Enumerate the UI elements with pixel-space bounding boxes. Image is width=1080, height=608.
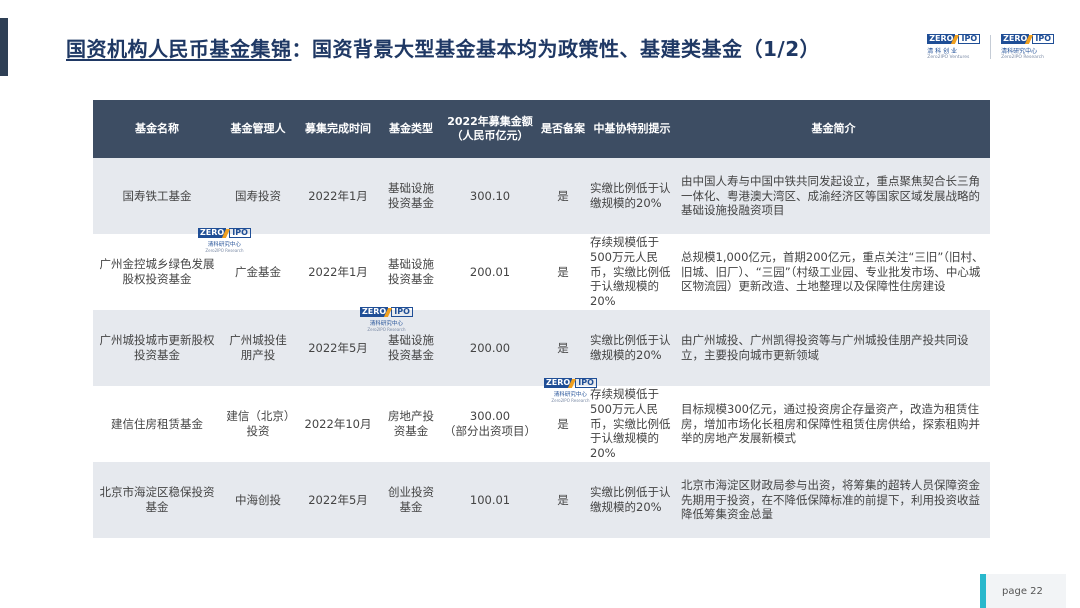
cell-filed: 是 (539, 310, 587, 386)
cell-date: 2022年10月 (295, 386, 381, 462)
cell-intro: 由中国人寿与中国中铁共同发起设立，重点聚焦契合长三角一体化、粤港澳大湾区、成渝经… (677, 158, 990, 234)
cell-type: 基础设施投资基金 (381, 158, 441, 234)
table-row: 国寿铁工基金 国寿投资 2022年1月 基础设施投资基金 300.10 是 实缴… (93, 158, 990, 234)
header-logos: ZERO IPO 清 科 创 业 Zero2IPO Ventures ZERO IP… (927, 34, 1054, 60)
cell-filed: 是 (539, 234, 587, 310)
header-date: 募集完成时间 (295, 100, 381, 158)
title-main: 国资机构人民币基金集锦 (66, 37, 292, 61)
watermark-logo: ZERO IPO 清科研究中心 Zero2IPO Research (198, 228, 251, 253)
logo-en-text: Zero2IPO Ventures (927, 55, 970, 60)
cell-manager: 广州城投佳朋产投 (221, 310, 295, 386)
page-accent-bar (980, 574, 986, 608)
cell-fund-name: 北京市海淀区稳保投资基金 (93, 462, 221, 538)
cell-notice: 存续规模低于500万元人民币，实缴比例低于认缴规模的20% (587, 386, 677, 462)
cell-filed: 是 (539, 462, 587, 538)
cell-notice: 实缴比例低于认缴规模的20% (587, 310, 677, 386)
logo-mark-right: IPO (229, 228, 251, 238)
cell-fund-name: 建信住房租赁基金 (93, 386, 221, 462)
table-row: 建信住房租赁基金 建信（北京）投资 2022年10月 房地产投资基金 300.0… (93, 386, 990, 462)
logo-cn-text: 清科研究中心 (207, 242, 241, 248)
logo-mark-right: IPO (575, 378, 597, 388)
cell-date: 2022年5月 (295, 462, 381, 538)
cell-notice: 实缴比例低于认缴规模的20% (587, 462, 677, 538)
cell-intro: 北京市海淀区财政局参与出资，将筹集的超转人员保障资金先期用于投资，在不降低保障标… (677, 462, 990, 538)
zero2ipo-ventures-logo: ZERO IPO 清 科 创 业 Zero2IPO Ventures (927, 34, 981, 60)
logo-en-text: Zero2IPO Research (205, 248, 244, 253)
cell-date: 2022年1月 (295, 158, 381, 234)
cell-manager: 中海创投 (221, 462, 295, 538)
logo-en-text: Zero2IPO Research (1001, 55, 1044, 60)
cell-type: 创业投资基金 (381, 462, 441, 538)
page-title: 国资机构人民币基金集锦：国资背景大型基金基本均为政策性、基建类基金（1/2） (66, 33, 820, 62)
cell-manager: 国寿投资 (221, 158, 295, 234)
page-number-box: page 22 (980, 574, 1066, 608)
left-accent-bar (0, 18, 8, 76)
logo-mark-right: IPO (1032, 34, 1054, 44)
cell-fund-name: 国寿铁工基金 (93, 158, 221, 234)
logo-mark-right: IPO (958, 34, 981, 44)
watermark-logo: ZERO IPO 清科研究中心 Zero2IPO Research (360, 307, 413, 332)
logo-cn-text: 清科研究中心 (553, 392, 587, 398)
header-filed: 是否备案 (539, 100, 587, 158)
cell-amount: 200.00 (441, 310, 539, 386)
cell-notice: 实缴比例低于认缴规模的20% (587, 158, 677, 234)
title-rest: ：国资背景大型基金基本均为政策性、基建类基金（1/2） (291, 37, 821, 61)
cell-notice: 存续规模低于500万元人民币，实缴比例低于认缴规模的20% (587, 234, 677, 310)
cell-intro: 总规模1,000亿元，首期200亿元，重点关注“三旧”（旧村、旧城、旧厂）、“三… (677, 234, 990, 310)
cell-amount: 300.00 （部分出资项目） (441, 386, 539, 462)
logo-cn-text: 清 科 创 业 (927, 48, 957, 55)
page-number: page 22 (1002, 585, 1043, 597)
header-intro: 基金简介 (677, 100, 990, 158)
header-type: 基金类型 (381, 100, 441, 158)
cell-amount: 200.01 (441, 234, 539, 310)
logo-separator (990, 35, 992, 59)
table-row: 广州城投城市更新股权投资基金 广州城投佳朋产投 2022年5月 基础设施投资基金… (93, 310, 990, 386)
cell-filed: 是 (539, 158, 587, 234)
cell-manager: 建信（北京）投资 (221, 386, 295, 462)
cell-type: 基础设施投资基金 (381, 234, 441, 310)
logo-mark-right: IPO (391, 307, 413, 317)
cell-fund-name: 广州城投城市更新股权投资基金 (93, 310, 221, 386)
header-manager: 基金管理人 (221, 100, 295, 158)
logo-cn-text: 清科研究中心 (369, 321, 403, 327)
watermark-logo: ZERO IPO 清科研究中心 Zero2IPO Research (544, 378, 597, 403)
fund-table: 基金名称 基金管理人 募集完成时间 基金类型 2022年募集金额 （人民币亿元）… (93, 100, 990, 538)
table-row: 北京市海淀区稳保投资基金 中海创投 2022年5月 创业投资基金 100.01 … (93, 462, 990, 538)
logo-cn-text: 清科研究中心 (1001, 48, 1038, 55)
cell-amount: 300.10 (441, 158, 539, 234)
header-fund-name: 基金名称 (93, 100, 221, 158)
table-header-row: 基金名称 基金管理人 募集完成时间 基金类型 2022年募集金额 （人民币亿元）… (93, 100, 990, 158)
header-notice: 中基协特别提示 (587, 100, 677, 158)
logo-en-text: Zero2IPO Research (367, 327, 406, 332)
cell-intro: 目标规模300亿元，通过投资房企存量资产，改造为租赁住房，增加市场化长租房和保障… (677, 386, 990, 462)
header-amount: 2022年募集金额 （人民币亿元） (441, 100, 539, 158)
cell-date: 2022年1月 (295, 234, 381, 310)
cell-intro: 由广州城投、广州凯得投资等与广州城投佳朋产投共同设立，主要投向城市更新领域 (677, 310, 990, 386)
logo-en-text: Zero2IPO Research (551, 398, 590, 403)
cell-type: 房地产投资基金 (381, 386, 441, 462)
zero2ipo-research-logo: ZERO IPO 清科研究中心 Zero2IPO Research (1001, 34, 1054, 60)
cell-amount: 100.01 (441, 462, 539, 538)
